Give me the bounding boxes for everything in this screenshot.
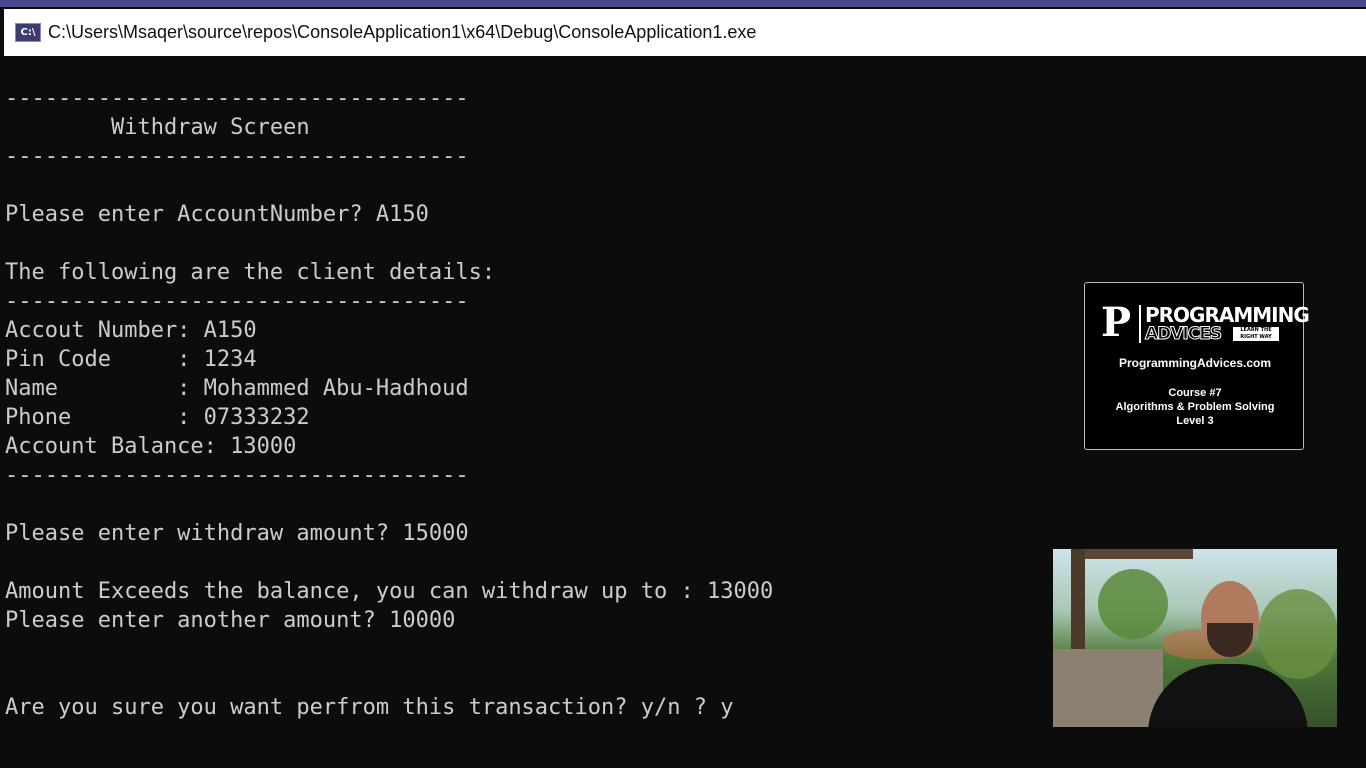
logo-divider [1139, 305, 1141, 343]
window-title: C:\Users\Msaqer\source\repos\ConsoleAppl… [48, 22, 757, 42]
promo-course-title: Algorithms & Problem Solving [1115, 401, 1275, 413]
logo-p-icon: P [1101, 299, 1132, 346]
webcam-pergola-beam [1083, 549, 1193, 559]
logo-word-advices: ADVICES [1144, 324, 1222, 345]
console-line: Name : Mohammed Abu-Hadhoud [5, 376, 469, 401]
console-line: Please enter another amount? 10000 [5, 608, 456, 633]
console-line: Please enter AccountNumber? A150 [5, 202, 429, 227]
console-line: Accout Number: A150 [5, 318, 257, 343]
window-titlebar[interactable]: C:\ C:\Users\Msaqer\source\repos\Console… [4, 9, 1366, 56]
console-line: Account Balance: 13000 [5, 434, 297, 459]
console-line: The following are the client details: [5, 260, 496, 285]
console-line: ----------------------------------- [5, 289, 469, 314]
promo-course-info: Course #7 Algorithms & Problem Solving L… [1085, 386, 1305, 428]
console-app-icon: C:\ [15, 23, 41, 42]
promo-course-level: Level 3 [1176, 415, 1214, 427]
console-line: Are you sure you want perfrom this trans… [5, 695, 734, 720]
window-accent-bar [0, 0, 1366, 7]
console-line: ----------------------------------- [5, 86, 469, 111]
console-line: Please enter withdraw amount? 15000 [5, 521, 469, 546]
course-promo-card: P PROGRAMMING ADVICES LEARN THE RIGHT WA… [1084, 282, 1310, 450]
console-line: Withdraw Screen [5, 115, 310, 140]
promo-website: ProgrammingAdvices.com [1118, 356, 1272, 370]
console-line: Pin Code : 1234 [5, 347, 257, 372]
console-line: Phone : 07333232 [5, 405, 310, 430]
webcam-stone-wall [1053, 649, 1163, 727]
webcam-background-tree [1258, 589, 1337, 679]
logo-tagline: LEARN THE RIGHT WAY [1233, 327, 1279, 341]
presenter-webcam [1053, 549, 1337, 727]
programming-advices-logo: P PROGRAMMING ADVICES LEARN THE RIGHT WA… [1101, 299, 1310, 347]
console-output[interactable]: ----------------------------------- With… [5, 84, 1045, 768]
console-line: Amount Exceeds the balance, you can with… [5, 579, 774, 604]
console-line: ----------------------------------- [5, 144, 469, 169]
console-line: ----------------------------------- [5, 463, 469, 488]
promo-course-number: Course #7 [1168, 387, 1222, 399]
webcam-background-tree [1098, 569, 1168, 639]
